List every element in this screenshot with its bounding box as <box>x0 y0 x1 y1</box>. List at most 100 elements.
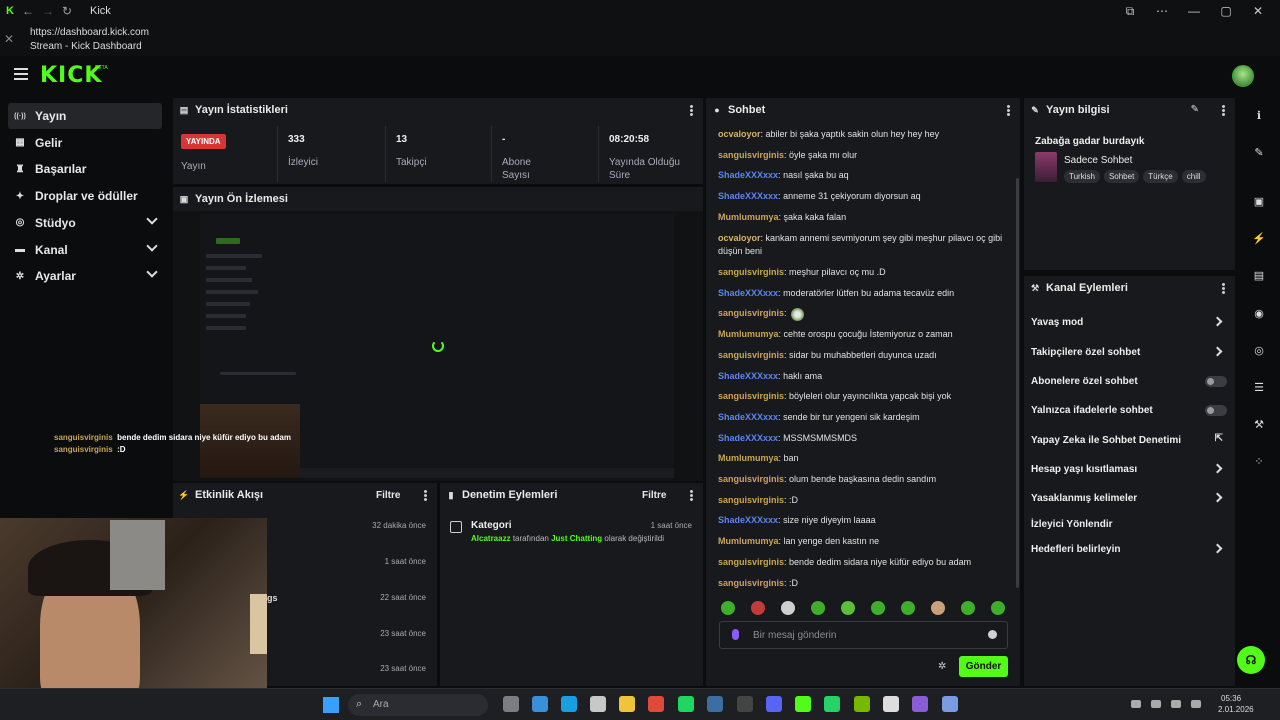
chevron-up-icon[interactable] <box>1131 700 1141 708</box>
file-explorer-icon[interactable] <box>503 696 519 712</box>
send-button[interactable]: Gönder <box>959 656 1008 677</box>
chat-username[interactable]: ocvaloyor <box>718 129 761 139</box>
sidebar-item[interactable]: ✲ Ayarlar <box>8 263 162 289</box>
chat-username[interactable]: sanguisvirginis <box>718 308 784 318</box>
kick-app-icon[interactable] <box>795 696 811 712</box>
emote-icon[interactable] <box>991 601 1005 615</box>
chat-username[interactable]: sanguisvirginis <box>718 578 784 588</box>
kebab-icon[interactable] <box>690 105 693 116</box>
close-window-icon[interactable]: ✕ <box>1242 0 1274 22</box>
emote-icon[interactable] <box>961 601 975 615</box>
whatsapp-icon[interactable] <box>824 696 840 712</box>
steam-icon[interactable] <box>707 696 723 712</box>
nvidia-icon[interactable] <box>854 696 870 712</box>
list-icon[interactable]: ▤ <box>1248 264 1270 286</box>
tag-chip[interactable]: Sohbet <box>1103 170 1140 183</box>
chat-username[interactable]: ShadeXXXxxx <box>718 288 778 298</box>
toggle-switch[interactable] <box>1205 405 1227 416</box>
sidebar-item[interactable]: ((·)) Yayın <box>8 103 162 129</box>
close-icon[interactable]: ✕ <box>4 32 14 46</box>
chat-username[interactable]: ShadeXXXxxx <box>718 191 778 201</box>
channel-action-item[interactable]: Yalnızca ifadelerle sohbet <box>1031 399 1227 421</box>
moderation-filter-button[interactable]: Filtre <box>642 490 666 501</box>
channel-action-item[interactable]: Yavaş mod <box>1031 311 1227 333</box>
kebab-icon[interactable] <box>1222 105 1225 116</box>
chat-username[interactable]: ocvaloyor <box>718 233 761 243</box>
chat-username[interactable]: Mumlumumya <box>718 453 779 463</box>
support-icon[interactable]: ☊ <box>1237 646 1265 674</box>
sidebar-item[interactable]: ✦ Droplar ve ödüller <box>8 183 162 209</box>
info-icon[interactable]: ℹ <box>1248 104 1270 126</box>
lightning-icon[interactable]: ⚡ <box>1248 227 1270 249</box>
menu-icon[interactable] <box>14 68 28 80</box>
channel-action-item[interactable]: Yasaklanmış kelimeler <box>1031 487 1227 509</box>
toggle-switch[interactable] <box>1205 376 1227 387</box>
chat-username[interactable]: ShadeXXXxxx <box>718 371 778 381</box>
emote-icon[interactable] <box>721 601 735 615</box>
kebab-icon[interactable] <box>690 490 693 501</box>
emote-icon[interactable] <box>871 601 885 615</box>
volume-icon[interactable] <box>1191 700 1201 708</box>
tray-app-icon[interactable] <box>1151 700 1161 708</box>
spotify-icon[interactable] <box>678 696 694 712</box>
edge-icon[interactable] <box>561 696 577 712</box>
chrome-icon[interactable] <box>648 696 664 712</box>
channel-action-item[interactable]: Hesap yaşı kısıtlaması <box>1031 458 1227 480</box>
emote-icon[interactable] <box>781 601 795 615</box>
chat-scrollbar[interactable] <box>1016 178 1019 588</box>
chat-username[interactable]: sanguisvirginis <box>718 495 784 505</box>
chat-username[interactable]: sanguisvirginis <box>718 150 784 160</box>
network-icon[interactable] <box>1171 700 1181 708</box>
maximize-icon[interactable]: ▢ <box>1210 0 1242 22</box>
wrench-icon[interactable]: ⚒ <box>1248 413 1270 435</box>
minimize-icon[interactable]: — <box>1178 0 1210 22</box>
chat-username[interactable]: sanguisvirginis <box>718 391 784 401</box>
windows-start-icon[interactable] <box>323 697 339 713</box>
extensions-icon[interactable]: ⧉ <box>1114 0 1146 22</box>
channel-action-item[interactable]: Abonelere özel sohbet <box>1031 370 1227 392</box>
activity-filter-button[interactable]: Filtre <box>376 490 400 501</box>
capcut-icon[interactable] <box>737 696 753 712</box>
pencil-icon[interactable]: ✎ <box>1248 141 1270 163</box>
chat-username[interactable]: Mumlumumya <box>718 212 779 222</box>
taskbar-search[interactable]: ⌕ Ara <box>348 694 488 716</box>
chat-bubble-icon[interactable]: ◉ <box>1248 302 1270 324</box>
sidebar-item[interactable]: ◎ Stüdyo <box>8 210 162 236</box>
discord-icon[interactable] <box>766 696 782 712</box>
chat-username[interactable]: Mumlumumya <box>718 536 779 546</box>
avatar[interactable] <box>1232 65 1254 87</box>
emote-icon[interactable] <box>841 601 855 615</box>
emoji-icon[interactable] <box>988 630 997 639</box>
emote-icon[interactable] <box>931 601 945 615</box>
emote-icon[interactable] <box>901 601 915 615</box>
emote-icon[interactable] <box>811 601 825 615</box>
sidebar-item[interactable]: ▬ Kanal <box>8 237 162 263</box>
address-url[interactable]: https://dashboard.kick.com <box>30 27 149 38</box>
widgets-icon[interactable] <box>532 696 548 712</box>
store-icon[interactable] <box>590 696 606 712</box>
sidebar-item[interactable]: ▦ Gelir <box>8 130 162 156</box>
nodes-icon[interactable]: ⁘ <box>1248 450 1270 472</box>
channel-action-item[interactable]: Yapay Zeka ile Sohbet Denetimi ⇱ <box>1031 429 1227 451</box>
broadcast-icon[interactable]: ◎ <box>1248 339 1270 361</box>
forward-icon[interactable]: → <box>42 4 54 18</box>
microphone-icon[interactable] <box>732 629 739 640</box>
kebab-icon[interactable] <box>1222 283 1225 294</box>
chat-username[interactable]: ShadeXXXxxx <box>718 515 778 525</box>
tag-chip[interactable]: chill <box>1181 170 1206 183</box>
panel-icon[interactable]: ☰ <box>1248 376 1270 398</box>
sidebar-item[interactable]: ♜ Başarılar <box>8 156 162 182</box>
chat-username[interactable]: sanguisvirginis <box>718 350 784 360</box>
chat-username[interactable]: sanguisvirginis <box>718 267 784 277</box>
stream-view-icon[interactable]: ▣ <box>1248 190 1270 212</box>
more-icon[interactable]: ⋯ <box>1146 0 1178 22</box>
back-icon[interactable]: ← <box>22 4 34 18</box>
capcut-alt-icon[interactable] <box>883 696 899 712</box>
chat-username[interactable]: sanguisvirginis <box>718 557 784 567</box>
app-icon[interactable] <box>942 696 958 712</box>
chat-settings-icon[interactable]: ✲ <box>938 661 946 672</box>
kick-logo[interactable]: KICK <box>40 63 102 88</box>
chat-username[interactable]: ShadeXXXxxx <box>718 412 778 422</box>
chat-input[interactable]: Bir mesaj gönderin <box>719 621 1008 649</box>
channel-action-item[interactable]: Takipçilere özel sohbet <box>1031 341 1227 363</box>
